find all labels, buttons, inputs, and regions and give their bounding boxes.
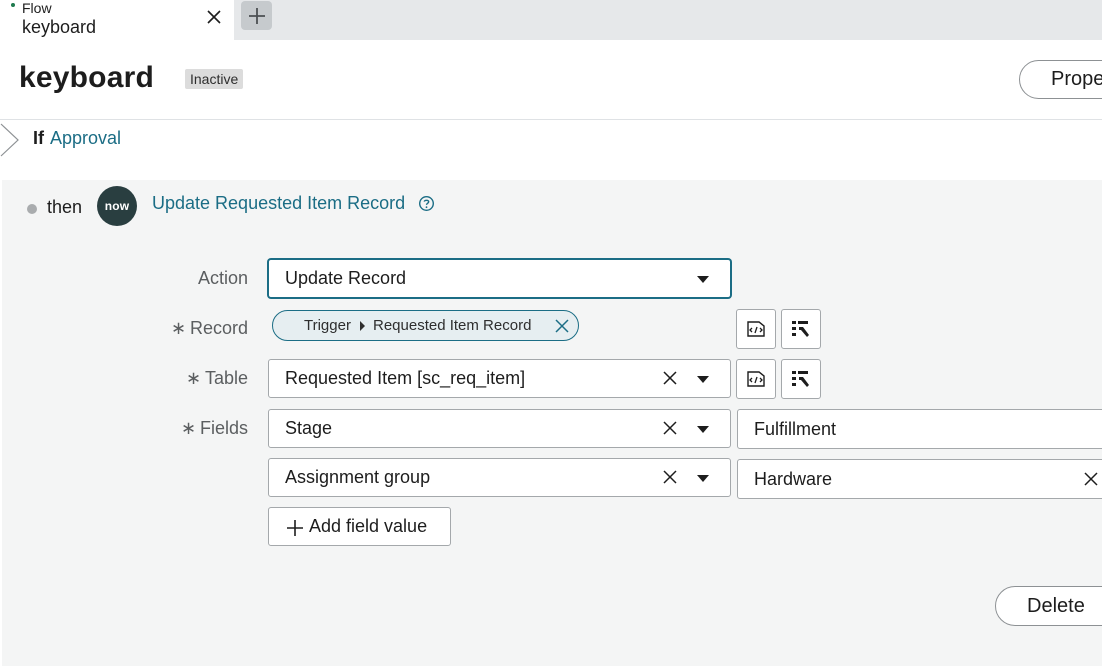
record-label: ∗ Record (170, 318, 248, 338)
help-icon[interactable] (418, 195, 435, 212)
header-divider (0, 119, 1102, 120)
action-select-value: Update Record (285, 268, 407, 288)
data-pill-picker-icon (792, 371, 809, 387)
field-value-text: Hardware (754, 469, 833, 489)
page-title: keyboard (19, 61, 154, 94)
if-keyword: If (33, 128, 44, 148)
table-select-value: Requested Item [sc_req_item] (285, 368, 526, 388)
now-logo-icon: now (97, 186, 137, 226)
record-data-pill[interactable]: Trigger Requested Item Record (272, 310, 579, 341)
add-field-value-button[interactable]: Add field value (268, 507, 451, 546)
data-pill-picker-icon (792, 321, 809, 337)
chevron-right-icon[interactable] (0, 120, 20, 160)
close-icon[interactable] (662, 469, 678, 485)
field-select-value: Assignment group (285, 467, 431, 487)
required-icon: ∗ (170, 318, 186, 338)
required-icon: ∗ (185, 368, 201, 388)
then-label: then (47, 197, 83, 217)
close-icon[interactable] (662, 420, 678, 436)
field-select-value: Stage (285, 418, 333, 438)
plus-icon (287, 520, 303, 536)
field-select[interactable]: Assignment group (268, 458, 731, 497)
action-select[interactable]: Update Record (268, 259, 731, 298)
field-select[interactable]: Stage (268, 409, 731, 448)
record-pill-picker-button[interactable] (781, 309, 821, 349)
record-script-button[interactable] (736, 309, 776, 349)
fields-label: ∗ Fields (180, 418, 248, 438)
field-value-text: Fulfillment (754, 419, 837, 439)
caret-down-icon[interactable] (697, 475, 709, 482)
action-label: Action (197, 268, 248, 288)
tab-flow-keyboard[interactable]: Flow keyboard (0, 0, 234, 40)
caret-down-icon (697, 276, 709, 283)
close-icon[interactable] (1083, 471, 1099, 487)
add-field-value-label: Add field value (309, 516, 428, 536)
tab-bar-background (234, 0, 1102, 40)
tab-name-label: keyboard (22, 17, 97, 37)
field-value-input[interactable]: Hardware (737, 459, 1102, 499)
pill-arrow-icon (360, 321, 365, 331)
table-script-button[interactable] (736, 359, 776, 399)
close-icon[interactable] (205, 8, 223, 26)
plus-icon (249, 8, 265, 24)
delete-button[interactable]: Delete (995, 586, 1102, 626)
caret-down-icon[interactable] (697, 376, 709, 383)
pill-source: Trigger (304, 317, 351, 334)
close-icon[interactable] (662, 370, 678, 386)
script-icon (747, 321, 765, 337)
field-value-input[interactable]: Fulfillment (737, 409, 1102, 449)
table-label: ∗ Table (185, 368, 248, 388)
script-icon (747, 371, 765, 387)
tab-type-label: Flow (22, 0, 52, 16)
required-icon: ∗ (180, 418, 196, 438)
unsaved-dot-icon (11, 3, 15, 7)
properties-button[interactable]: Properties (1019, 60, 1102, 99)
caret-down-icon[interactable] (697, 426, 709, 433)
step-dot-icon (27, 204, 37, 214)
new-tab-button[interactable] (241, 1, 272, 30)
status-badge: Inactive (185, 69, 244, 89)
table-pill-picker-button[interactable] (781, 359, 821, 399)
pill-value: Requested Item Record (373, 317, 532, 334)
approval-link[interactable]: Approval (50, 128, 121, 149)
tab-bar: Flow keyboard (0, 0, 1102, 40)
table-select[interactable]: Requested Item [sc_req_item] (268, 359, 731, 398)
action-title-link[interactable]: Update Requested Item Record (152, 193, 405, 214)
close-icon[interactable] (555, 319, 569, 333)
